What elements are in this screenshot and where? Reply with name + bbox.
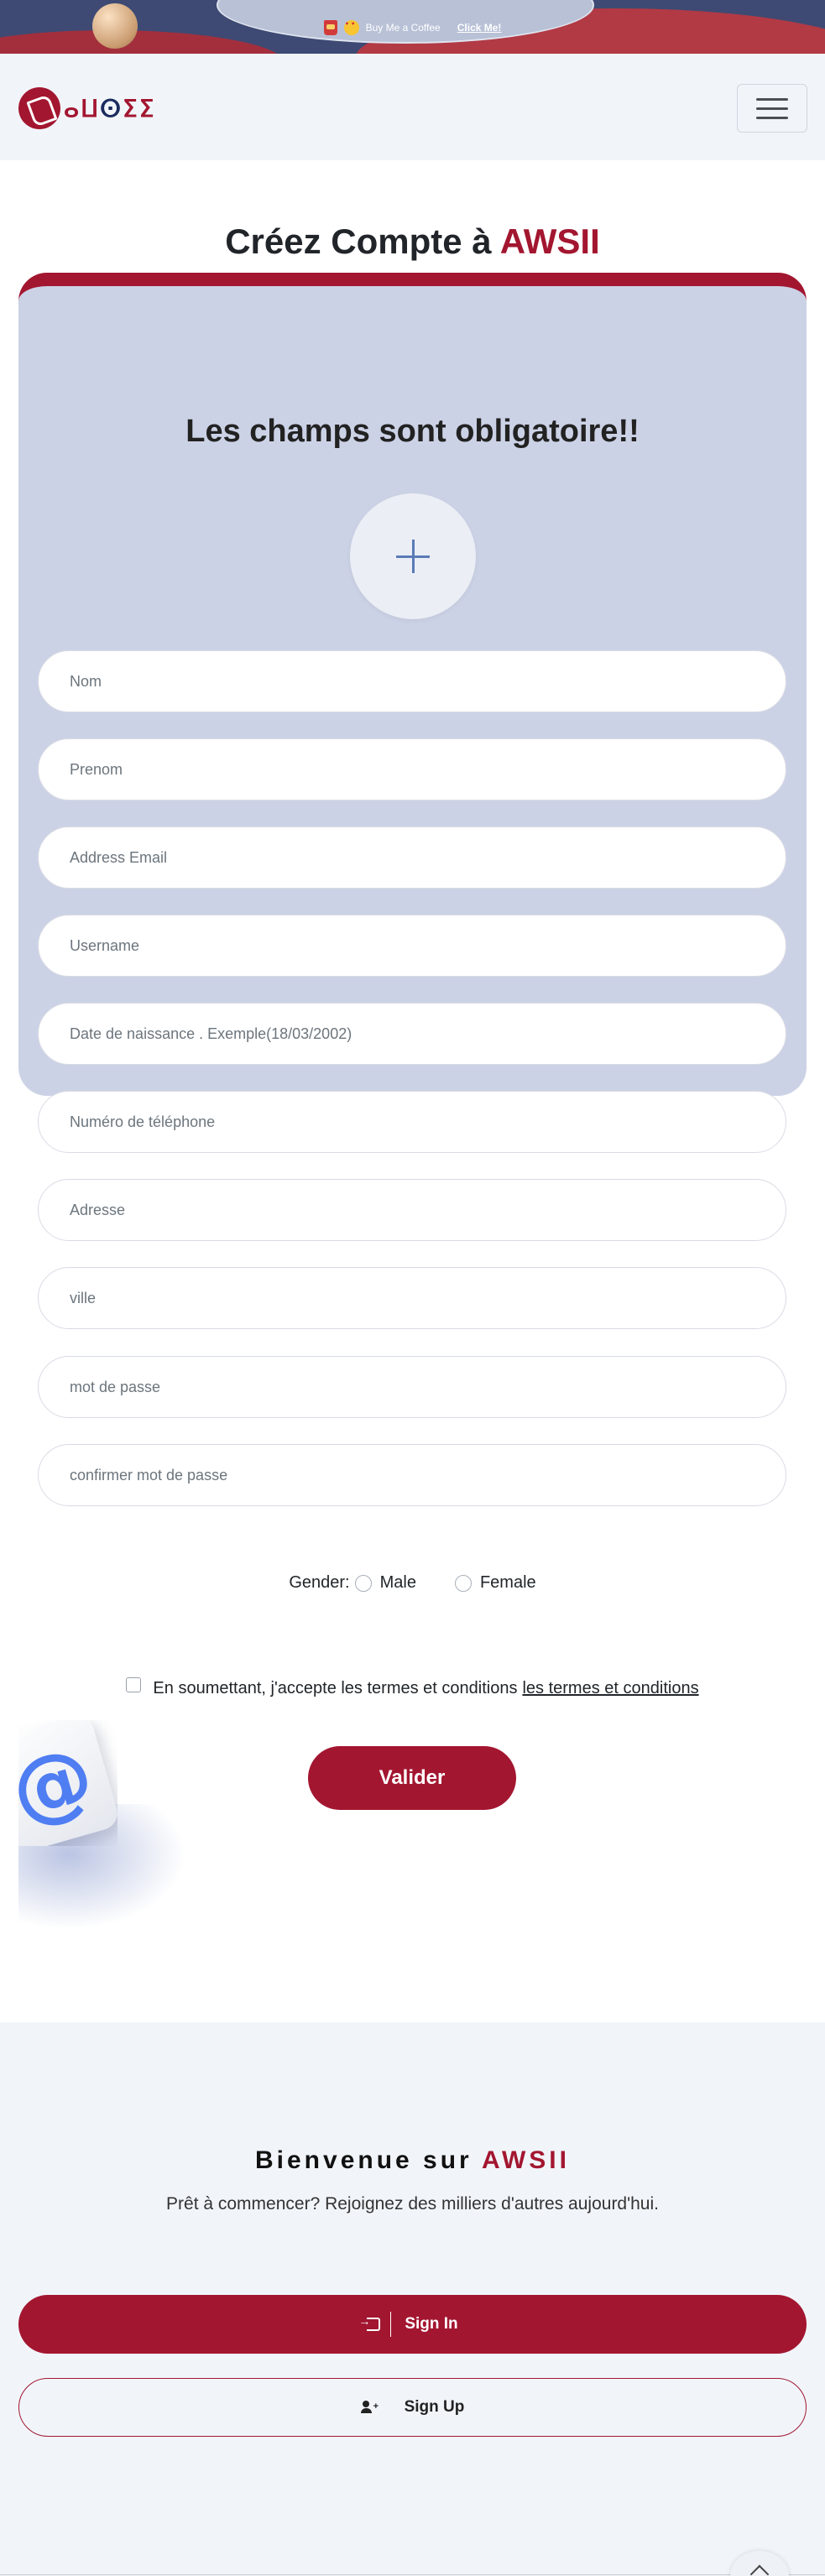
email-input[interactable] xyxy=(38,827,786,889)
sign-up-button[interactable]: + Sign Up xyxy=(18,2378,807,2437)
page-title: Créez Compte à AWSII xyxy=(0,222,825,262)
welcome-title-prefix: Bienvenue sur xyxy=(255,2146,482,2174)
hamburger-icon xyxy=(756,97,788,101)
terms-link[interactable]: les termes et conditions xyxy=(522,1679,698,1698)
heart-eyes-emoji-icon xyxy=(343,20,359,35)
prenom-input[interactable] xyxy=(38,738,786,800)
gender-female-label: Female xyxy=(479,1573,536,1592)
chevron-up-icon xyxy=(749,2564,770,2576)
nom-input[interactable] xyxy=(38,650,786,712)
gender-label: Gender: xyxy=(289,1573,350,1592)
form-heading: Les champs sont obligatoire!! xyxy=(185,414,640,449)
username-input[interactable] xyxy=(38,915,786,977)
promo-banner: Buy Me a Coffee Click Me! xyxy=(0,0,825,54)
welcome-title-accent: AWSII xyxy=(481,2146,570,2174)
logo-glyphs: ⴰⵡⵙⵉⵉ xyxy=(64,94,156,123)
user-plus-icon: + xyxy=(360,2401,379,2414)
button-divider xyxy=(390,2312,392,2337)
welcome-section: Bienvenue sur AWSII Prêt à commencer? Re… xyxy=(0,2022,825,2576)
page-title-accent: AWSII xyxy=(499,222,600,261)
password-input[interactable] xyxy=(38,1356,786,1418)
gender-female-radio[interactable] xyxy=(454,1574,472,1592)
email-decoration: @ xyxy=(18,1720,117,1846)
welcome-title: Bienvenue sur AWSII xyxy=(0,2146,825,2175)
promo-link[interactable]: Click Me! xyxy=(457,22,502,34)
welcome-subtitle: Prêt à commencer? Rejoignez des milliers… xyxy=(166,2194,659,2214)
gender-male-radio[interactable] xyxy=(354,1574,372,1592)
logo-mark-icon xyxy=(18,87,60,129)
site-header: ⴰⵡⵙⵉⵉ xyxy=(0,54,825,160)
promo-text: Buy Me a Coffee xyxy=(365,22,441,34)
sign-in-button[interactable]: Sign In xyxy=(18,2295,807,2354)
submit-button[interactable]: Valider xyxy=(308,1746,516,1810)
terms-text: En soumettant, j'accepte les termes et c… xyxy=(153,1679,518,1697)
sign-in-icon xyxy=(358,2314,381,2331)
gender-male-label: Male xyxy=(379,1573,416,1592)
terms-checkbox[interactable] xyxy=(126,1676,142,1692)
sign-up-label: Sign Up xyxy=(404,2398,465,2416)
city-input[interactable] xyxy=(38,1267,786,1329)
plus-icon xyxy=(396,540,430,573)
hamburger-icon xyxy=(756,107,788,110)
promo-content: Buy Me a Coffee Click Me! xyxy=(0,20,825,35)
footer-divider xyxy=(0,2574,825,2575)
terms-agreement: En soumettant, j'accepte les termes et c… xyxy=(0,1676,825,1698)
coffee-icon xyxy=(323,20,337,35)
hamburger-icon xyxy=(756,116,788,119)
sign-in-label: Sign In xyxy=(405,2315,458,2333)
site-logo[interactable]: ⴰⵡⵙⵉⵉ xyxy=(18,87,155,129)
avatar-upload-button[interactable] xyxy=(350,493,476,619)
page-title-prefix: Créez Compte à xyxy=(225,222,500,261)
phone-input[interactable] xyxy=(38,1091,786,1153)
confirm-password-input[interactable] xyxy=(38,1444,786,1506)
address-input[interactable] xyxy=(38,1179,786,1241)
menu-toggle-button[interactable] xyxy=(737,84,807,133)
birthdate-input[interactable] xyxy=(38,1003,786,1065)
gender-selector: Gender: Male Female xyxy=(0,1573,825,1593)
